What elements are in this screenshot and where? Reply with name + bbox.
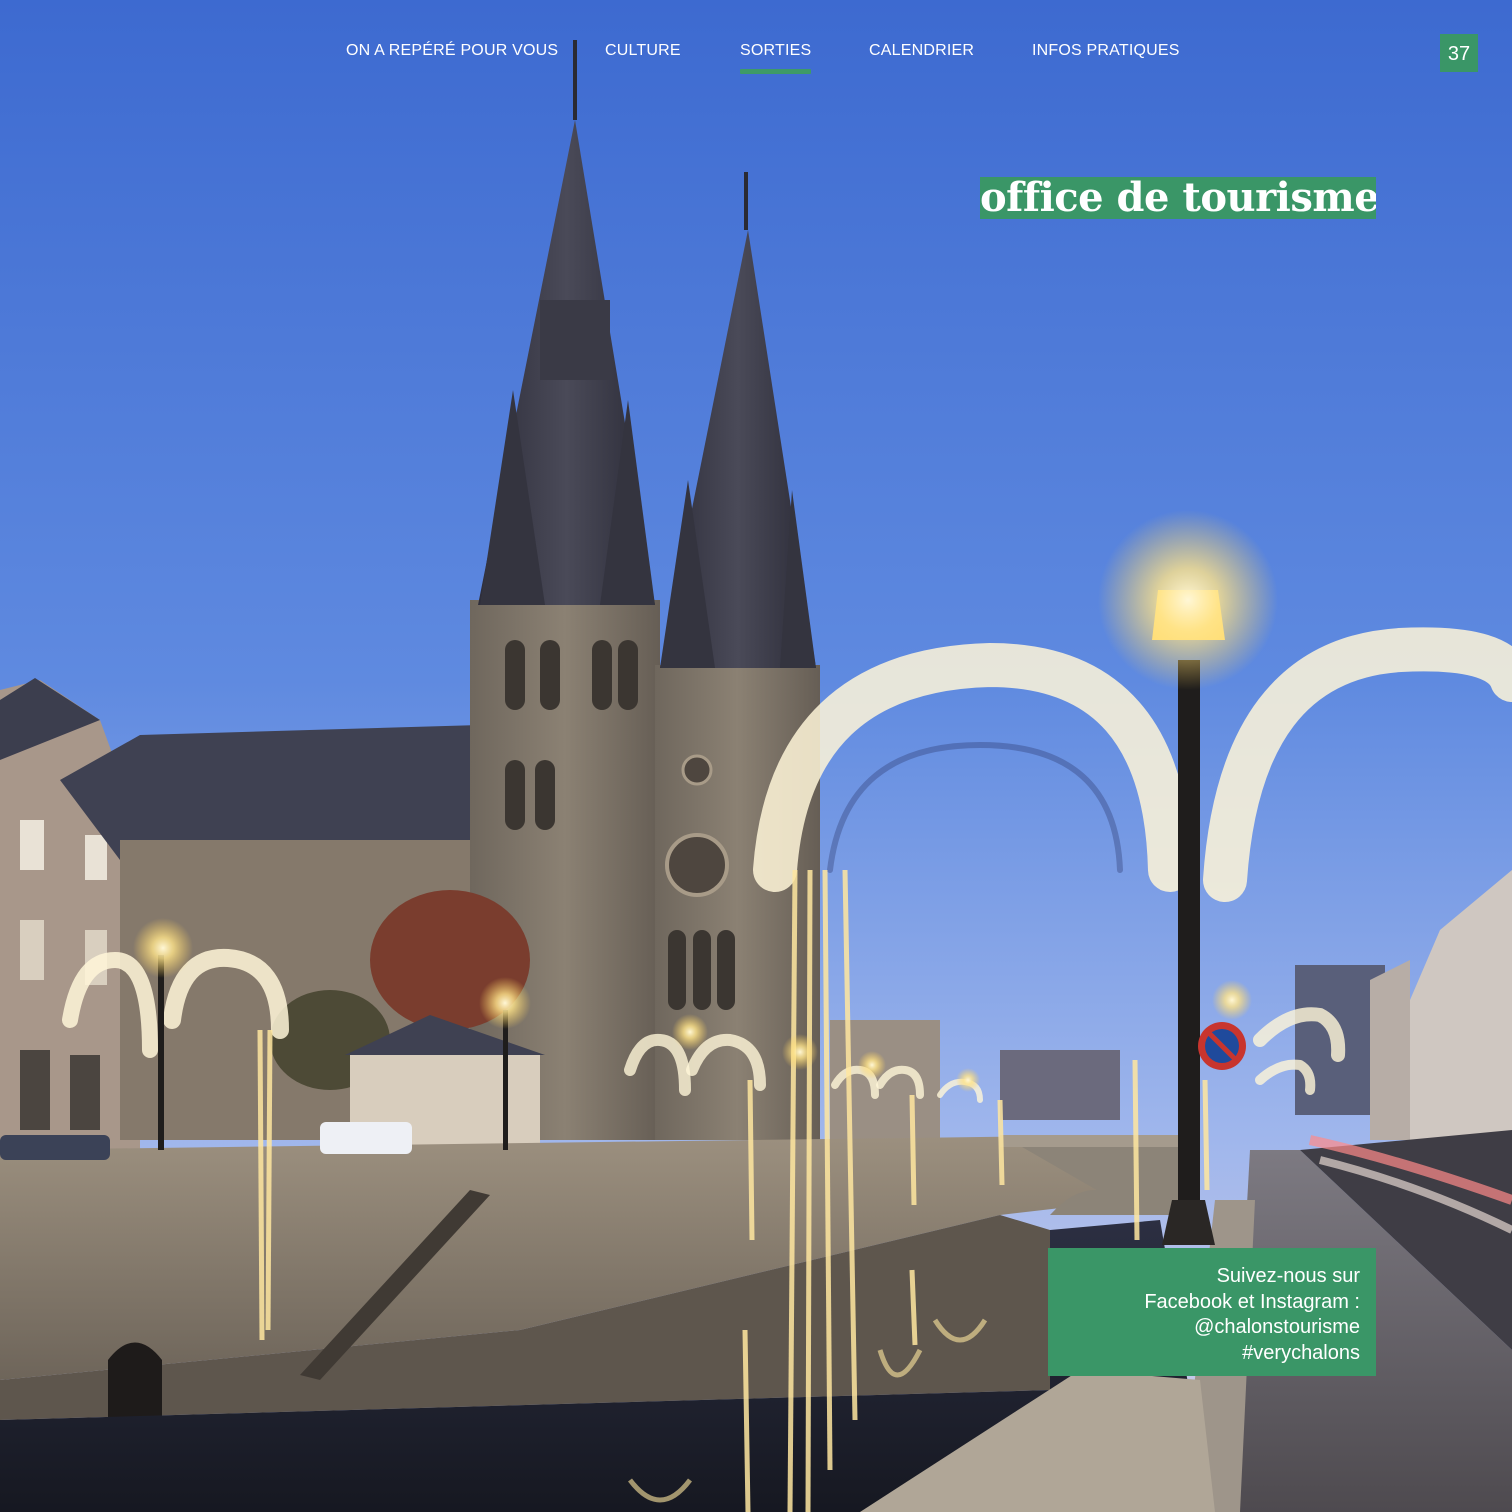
nav-item-infos-pratiques[interactable]: INFOS PRATIQUES (1032, 42, 1180, 60)
nav-item-on-a-repere[interactable]: ON A REPÉRÉ POUR VOUS (346, 42, 558, 60)
nav-item-culture[interactable]: CULTURE (605, 42, 681, 60)
social-line-hashtag: #verychalons (1242, 1341, 1360, 1364)
nav-item-calendrier[interactable]: CALENDRIER (869, 42, 974, 60)
social-line-networks: Facebook et Instagram : (1144, 1290, 1360, 1313)
page-number-badge: 37 (1440, 34, 1478, 72)
social-line-follow: Suivez-nous sur (1216, 1265, 1360, 1287)
social-media-box: Suivez-nous sur Facebook et Instagram : … (1048, 1248, 1376, 1376)
magazine-page: ON A REPÉRÉ POUR VOUS CULTURE SORTIES CA… (0, 0, 1512, 1512)
social-line-handle: @chalonstourisme (1194, 1316, 1360, 1338)
top-navigation: ON A REPÉRÉ POUR VOUS CULTURE SORTIES CA… (0, 42, 1512, 82)
section-title: office de tourisme (980, 177, 1376, 219)
nav-item-sorties[interactable]: SORTIES (740, 42, 812, 74)
